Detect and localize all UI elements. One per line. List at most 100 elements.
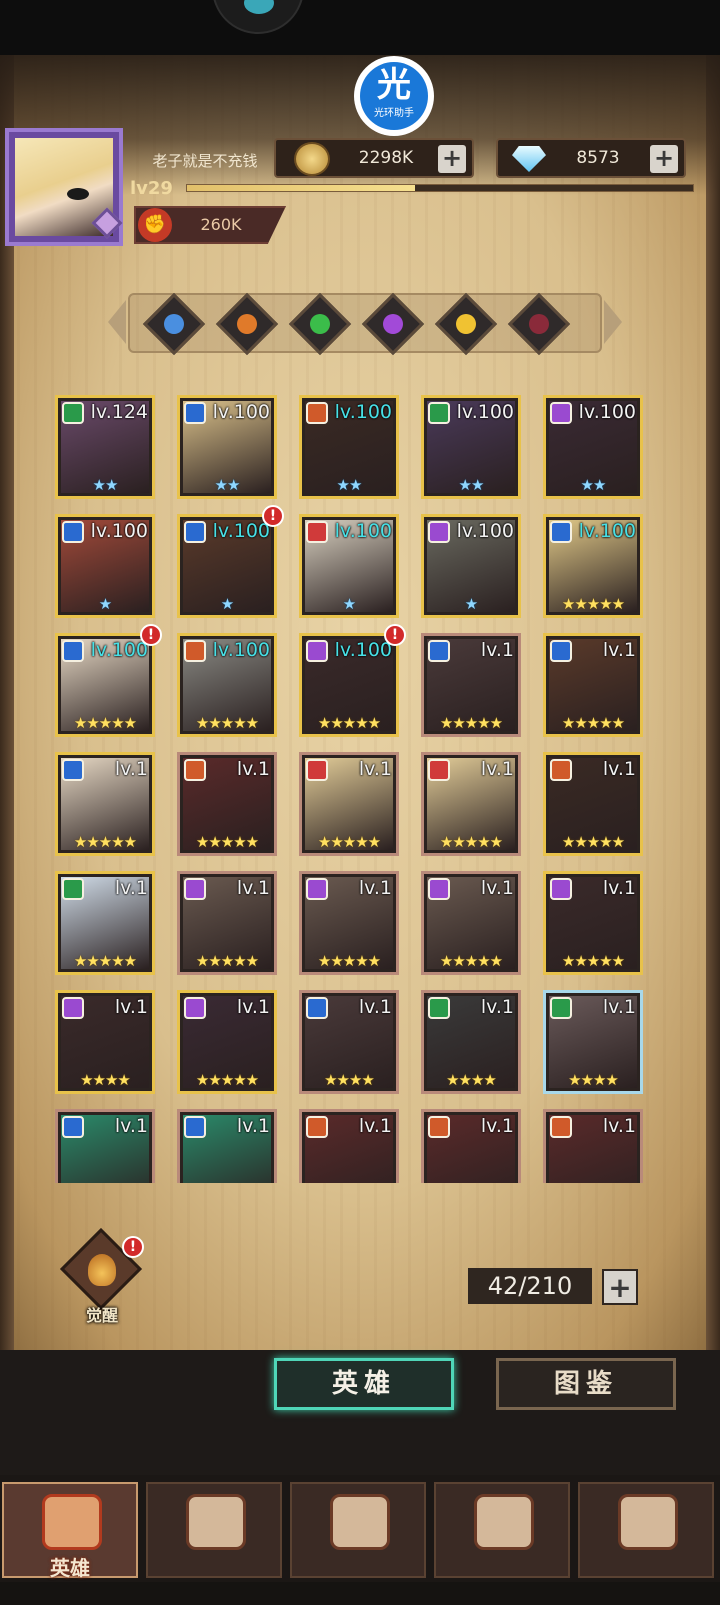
hero-class-icon <box>306 878 328 900</box>
hero-card[interactable]: lv.1 <box>543 1109 643 1183</box>
hero-card[interactable]: lv.100 ★★ <box>543 395 643 499</box>
hero-stars: ★★★★★ <box>561 952 625 970</box>
tab-heroes[interactable]: 英雄 <box>274 1358 454 1410</box>
hero-stars: ★★★★★ <box>561 595 625 613</box>
hero-stars: ★★ <box>580 476 607 494</box>
hero-class-icon <box>428 521 450 543</box>
hero-stars: ★ <box>220 595 234 613</box>
filter-right-arrow-icon <box>604 300 622 344</box>
awaken-button[interactable]: 觉醒 ! <box>59 1227 144 1326</box>
hero-card[interactable]: lv.100 ★★ <box>421 395 521 499</box>
hero-level: lv.100 <box>90 639 148 661</box>
hero-level: lv.1 <box>480 758 514 780</box>
hero-card[interactable]: lv.1 ★★★★★ <box>55 752 155 856</box>
hero-class-icon <box>550 878 572 900</box>
hero-level: lv.100 <box>334 401 392 423</box>
hero-class-icon <box>428 759 450 781</box>
add-gems-button[interactable]: + <box>650 145 678 173</box>
hero-card[interactable]: lv.1 ★★★★★ <box>543 752 643 856</box>
hero-card[interactable]: lv.1 ★★★★★ <box>421 871 521 975</box>
hero-level: lv.1 <box>602 1115 636 1137</box>
hero-class-icon <box>184 521 206 543</box>
nav-guild[interactable] <box>578 1482 714 1578</box>
hero-card[interactable]: lv.1 ★★★★ <box>55 990 155 1094</box>
hero-stars: ★★★★ <box>446 1071 497 1089</box>
hero-card[interactable]: lv.1 ★★★★★ <box>177 871 277 975</box>
halo-badge-char: 光 <box>377 65 411 105</box>
hero-card[interactable]: lv.1 ★★★★★ <box>299 752 399 856</box>
halo-badge-inner: 光 光环助手 <box>360 62 428 130</box>
hero-class-icon <box>428 997 450 1019</box>
hero-card[interactable]: lv.1 ★★★★ <box>543 990 643 1094</box>
hero-level: lv.100 <box>456 401 514 423</box>
hero-class-icon <box>306 521 328 543</box>
hero-card[interactable]: lv.1 ★★★★★ <box>299 871 399 975</box>
hero-card[interactable]: lv.1 ★★★★★ <box>543 871 643 975</box>
hero-stars: ★★★★ <box>80 1071 131 1089</box>
nav-castle[interactable] <box>434 1482 570 1578</box>
hero-card[interactable]: lv.100 ★★★★★ <box>177 633 277 737</box>
hero-card[interactable]: lv.1 ★★★★★ <box>421 752 521 856</box>
hero-card[interactable]: lv.124 ★★ <box>55 395 155 499</box>
expand-hero-slots-button[interactable]: + <box>602 1269 638 1305</box>
hero-card[interactable]: lv.1 ★★★★★ <box>55 871 155 975</box>
faction-core <box>232 309 262 339</box>
hero-level: lv.1 <box>114 877 148 899</box>
gold-value: 2298K <box>358 148 414 168</box>
hero-card[interactable]: lv.100 ★★ <box>299 395 399 499</box>
hero-card[interactable]: lv.100 ★★★★★! <box>55 624 162 737</box>
hero-card[interactable]: lv.1 ★★★★★ <box>177 990 277 1094</box>
hero-class-icon <box>428 402 450 424</box>
combat-power-value: 260K <box>200 215 242 234</box>
hero-level: lv.1 <box>358 1115 392 1137</box>
hero-stars: ★★★★★ <box>439 714 503 732</box>
nav-battle[interactable] <box>290 1482 426 1578</box>
hero-class-icon <box>550 1116 572 1138</box>
hero-card[interactable]: lv.100 ★★★★★ <box>543 514 643 618</box>
hero-class-icon <box>62 997 84 1019</box>
hero-card[interactable]: lv.1 <box>299 1109 399 1183</box>
hero-card[interactable]: lv.100 ★★ <box>177 395 277 499</box>
hero-level: lv.100 <box>334 639 392 661</box>
hero-level: lv.1 <box>602 996 636 1018</box>
nav-adventure[interactable] <box>146 1482 282 1578</box>
hero-class-icon <box>184 1116 206 1138</box>
hero-card[interactable]: lv.1 <box>177 1109 277 1183</box>
hero-stars: ★★★★★ <box>317 833 381 851</box>
faction-core <box>159 309 189 339</box>
xp-bar <box>186 184 694 192</box>
hero-card[interactable]: lv.1 ★★★★ <box>299 990 399 1094</box>
halo-assistant-badge[interactable]: 光 光环助手 <box>354 56 434 136</box>
add-gold-button[interactable]: + <box>438 145 466 173</box>
hero-level: lv.1 <box>358 877 392 899</box>
nav-heroes-label: 英雄 <box>50 1556 90 1580</box>
floating-assistant-icon[interactable] <box>212 0 304 34</box>
hero-alert-badge: ! <box>384 624 406 646</box>
hero-class-icon <box>62 1116 84 1138</box>
hero-class-icon <box>550 640 572 662</box>
hero-stars: ★★★★★ <box>317 952 381 970</box>
hero-card[interactable]: lv.1 ★★★★★ <box>421 633 521 737</box>
hero-class-icon <box>62 878 84 900</box>
hero-class-icon <box>62 402 84 424</box>
hero-card[interactable]: lv.1 ★★★★★ <box>543 633 643 737</box>
hero-card[interactable]: lv.100 ★ <box>299 514 399 618</box>
hero-level: lv.100 <box>212 639 270 661</box>
hero-card[interactable]: lv.1 <box>55 1109 155 1183</box>
hero-card[interactable]: lv.100 ★ <box>55 514 155 618</box>
nav-heroes[interactable]: 英雄 <box>2 1482 138 1580</box>
hero-level: lv.100 <box>456 520 514 542</box>
tab-codex[interactable]: 图鉴 <box>496 1358 676 1410</box>
hero-card[interactable]: lv.100 ★ <box>421 514 521 618</box>
hero-card[interactable]: lv.1 <box>421 1109 521 1183</box>
hero-stars: ★★★★★ <box>561 714 625 732</box>
hero-class-icon <box>184 402 206 424</box>
hero-stars: ★★★★★ <box>195 1071 259 1089</box>
hero-card[interactable]: lv.1 ★★★★★ <box>177 752 277 856</box>
hero-level: lv.1 <box>602 639 636 661</box>
hero-class-icon <box>428 640 450 662</box>
hero-card[interactable]: lv.100 ★! <box>177 505 284 618</box>
hero-card[interactable]: lv.1 ★★★★ <box>421 990 521 1094</box>
hero-card[interactable]: lv.100 ★★★★★! <box>299 624 406 737</box>
hero-class-icon <box>62 640 84 662</box>
